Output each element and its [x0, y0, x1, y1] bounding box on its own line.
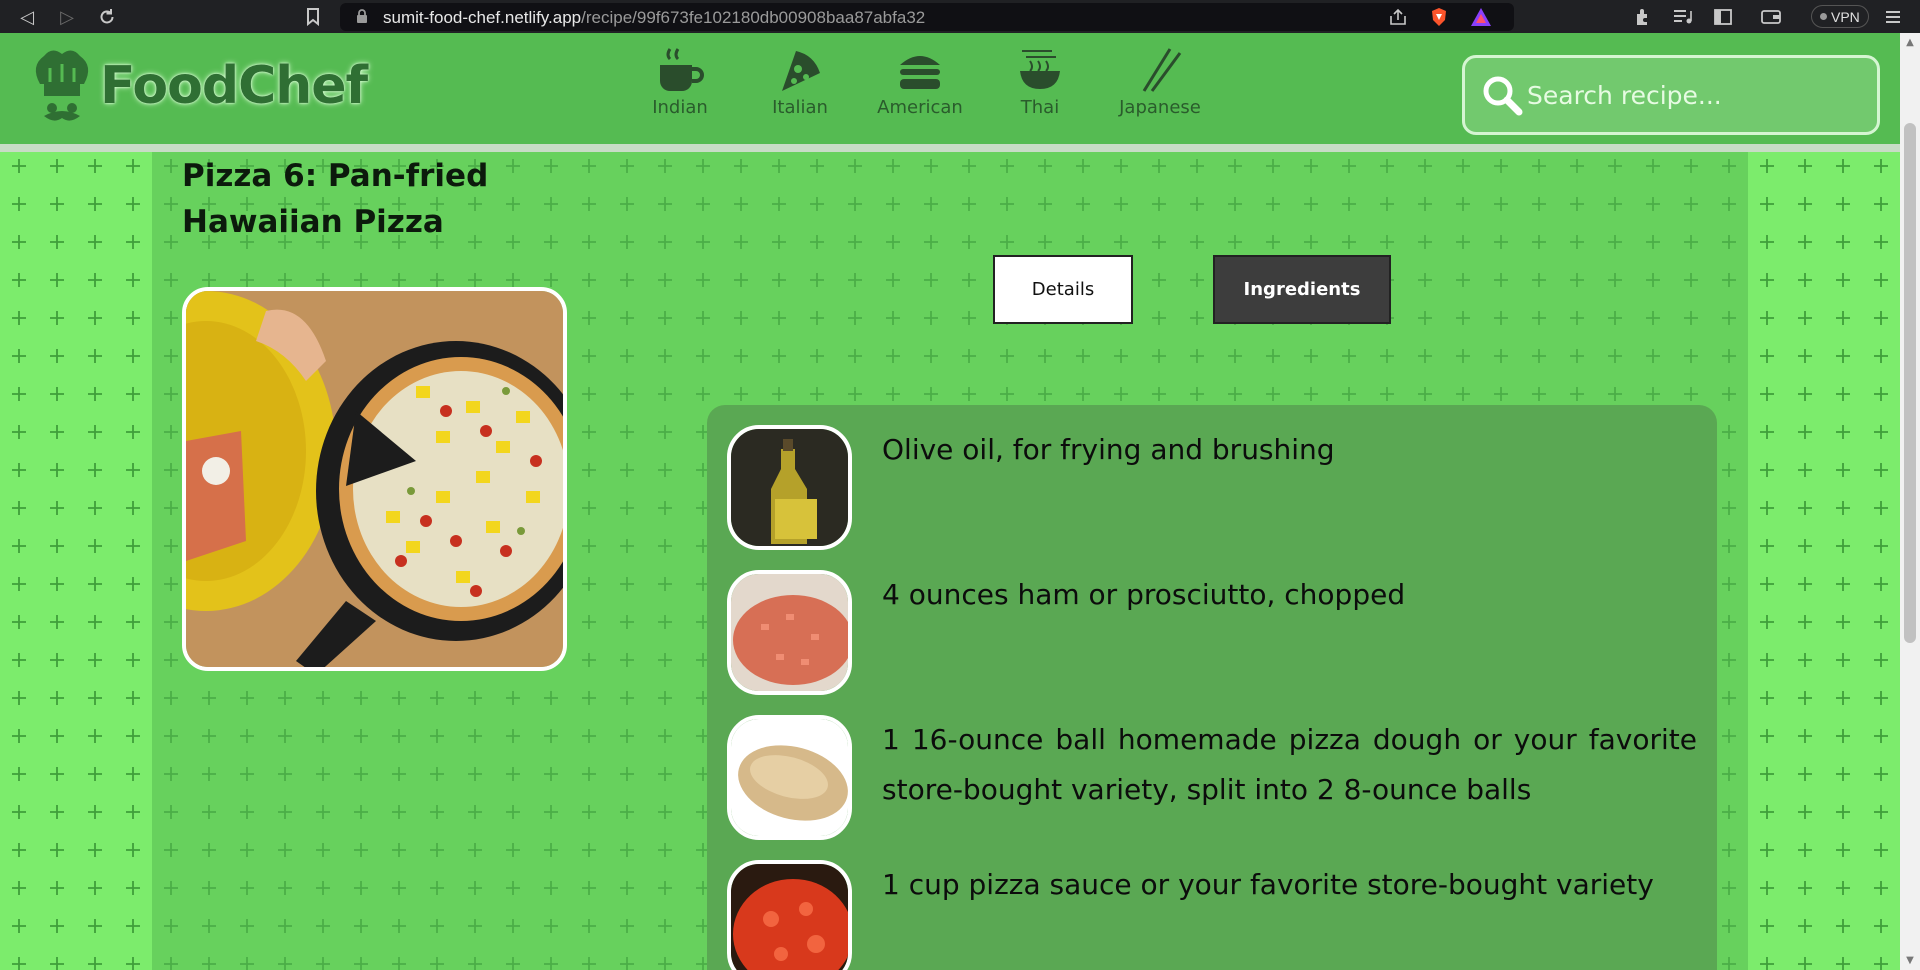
ingredient-text: 1 cup pizza sauce or your favorite store… — [882, 868, 1654, 901]
extensions-icon[interactable] — [1630, 4, 1656, 30]
wallet-icon[interactable] — [1758, 4, 1784, 30]
ingredient-image-dough — [727, 715, 852, 840]
tab-ingredients[interactable]: Ingredients — [1213, 255, 1391, 324]
media-list-icon[interactable] — [1670, 4, 1696, 30]
address-bar[interactable]: sumit-food-chef.netlify.app/recipe/99f67… — [340, 3, 1514, 31]
cuisine-nav: Indian Italian American Thai Japanese — [620, 47, 1220, 118]
ingredient-text: 4 ounces ham or prosciutto, chopped — [882, 578, 1406, 611]
recipe-card: Pizza 6: Pan-fried Hawaiian Pizza Detail… — [152, 33, 1748, 970]
ingredient-image-ham — [727, 570, 852, 695]
recipe-title: Pizza 6: Pan-fried Hawaiian Pizza — [182, 158, 489, 240]
url-text: sumit-food-chef.netlify.app/recipe/99f67… — [383, 8, 925, 28]
bookmark-icon[interactable] — [300, 4, 326, 30]
site-header: FoodChef Indian Italian American Thai Ja… — [0, 33, 1900, 152]
menu-icon[interactable] — [1880, 4, 1906, 30]
cuisine-link-thai[interactable]: Thai — [980, 47, 1100, 118]
search-box[interactable] — [1462, 55, 1880, 135]
recipe-photo — [182, 287, 567, 671]
reload-icon[interactable] — [94, 4, 120, 30]
cuisine-link-italian[interactable]: Italian — [740, 47, 860, 118]
cuisine-label: Italian — [772, 97, 828, 118]
burger-icon — [896, 47, 944, 93]
pizza-slice-icon — [776, 47, 824, 93]
ingredient-image-olive-oil — [727, 425, 852, 550]
forward-icon[interactable]: ▷ — [54, 4, 80, 30]
vpn-button[interactable]: VPN — [1811, 5, 1869, 28]
sidebar-icon[interactable] — [1710, 4, 1736, 30]
scrollbar-thumb[interactable] — [1904, 123, 1916, 643]
site-logo[interactable]: FoodChef — [30, 46, 368, 126]
scroll-down-icon[interactable]: ▼ — [1904, 955, 1916, 966]
ingredient-text: Olive oil, for frying and brushing — [882, 433, 1335, 466]
cuisine-link-indian[interactable]: Indian — [620, 47, 740, 118]
ingredient-text: 1 16-ounce ball homemade pizza dough or … — [882, 723, 1697, 806]
url-path: /recipe/99f673fe102180db00908baa87abfa32 — [581, 8, 926, 27]
cuisine-link-american[interactable]: American — [860, 47, 980, 118]
ingredient-image-sauce — [727, 860, 852, 970]
scroll-up-icon[interactable]: ▲ — [1904, 37, 1916, 48]
noodle-bowl-icon — [1016, 47, 1064, 93]
page-viewport: Pizza 6: Pan-fried Hawaiian Pizza Detail… — [0, 33, 1900, 970]
share-icon[interactable] — [1388, 8, 1408, 30]
search-input[interactable] — [1527, 80, 1857, 110]
pizza-pan-image — [186, 291, 563, 667]
search-icon[interactable] — [1481, 74, 1523, 116]
cuisine-link-japanese[interactable]: Japanese — [1100, 47, 1220, 118]
chef-hat-icon — [30, 46, 94, 126]
brave-rewards-icon[interactable] — [1470, 7, 1492, 31]
brave-shield-icon[interactable] — [1430, 7, 1448, 31]
url-domain: sumit-food-chef.netlify.app — [383, 8, 582, 27]
ingredients-panel: Olive oil, for frying and brushing 4 oun… — [707, 405, 1717, 970]
vpn-label: VPN — [1831, 8, 1860, 25]
vpn-status-dot — [1820, 13, 1827, 20]
back-icon[interactable]: ◁ — [14, 4, 40, 30]
site-name: FoodChef — [100, 56, 368, 116]
page-scrollbar[interactable]: ▲ ▼ — [1900, 33, 1920, 970]
chopsticks-icon — [1136, 47, 1184, 93]
cuisine-label: American — [877, 97, 963, 118]
cup-icon — [656, 47, 704, 93]
cuisine-label: Japanese — [1119, 97, 1201, 118]
cuisine-label: Indian — [652, 97, 708, 118]
cuisine-label: Thai — [1020, 97, 1060, 118]
lock-icon — [356, 9, 368, 28]
tab-details[interactable]: Details — [993, 255, 1133, 324]
browser-toolbar: ◁ ▷ sumit-food-chef.netlify.app/recipe/9… — [0, 0, 1920, 33]
